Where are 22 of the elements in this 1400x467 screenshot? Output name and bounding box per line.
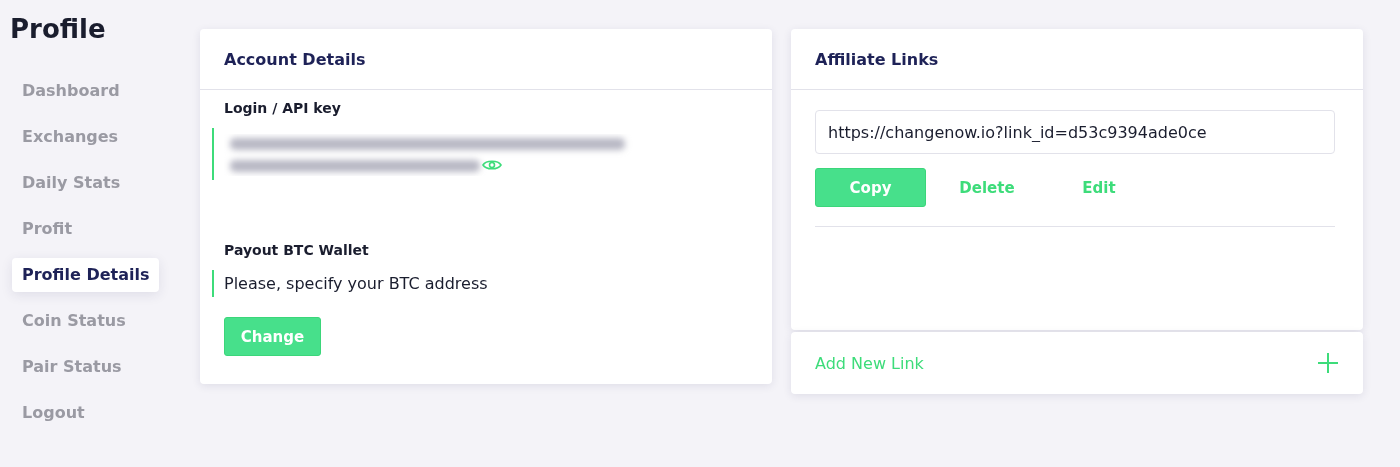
- text-button[interactable]: Delete: [931, 168, 1043, 207]
- card-title: Account Details: [200, 29, 772, 90]
- card-title: Affiliate Links: [791, 29, 1363, 90]
- sidebar-item[interactable]: Exchanges: [12, 120, 129, 154]
- sidebar-item[interactable]: Dashboard: [12, 74, 130, 108]
- field-label: Payout BTC Wallet: [224, 242, 370, 258]
- copy-button[interactable]: Copy: [815, 168, 926, 207]
- link-field[interactable]: https://changenow.io?link_id=d53c9394ade0ce: [815, 110, 1335, 154]
- eye-icon[interactable]: [482, 158, 502, 172]
- sidebar-item[interactable]: Logout: [12, 396, 95, 430]
- plus-icon[interactable]: [1317, 352, 1339, 374]
- add-link[interactable]: Add New Link: [815, 353, 924, 373]
- change-button[interactable]: Change: [224, 317, 321, 356]
- sidebar-item[interactable]: Coin Status: [12, 304, 136, 338]
- sidebar-item[interactable]: Pair Status: [12, 350, 132, 384]
- wallet-value: Please, specify your BTC address: [224, 273, 488, 295]
- sidebar-item[interactable]: Profile Details: [12, 258, 160, 292]
- sidebar-item[interactable]: Daily Stats: [12, 166, 131, 200]
- text-button[interactable]: Edit: [1043, 168, 1155, 207]
- page-title: Profile: [10, 14, 107, 44]
- field-label: Login / API key: [224, 100, 342, 116]
- sidebar-item[interactable]: Profit: [12, 212, 83, 246]
